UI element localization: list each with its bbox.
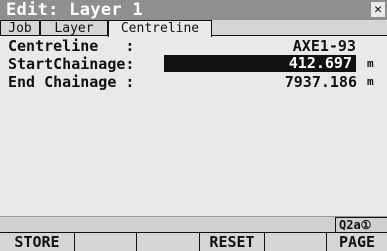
softkey-f3[interactable]: [137, 233, 200, 251]
tab-bar: Job Layer Centreline: [0, 20, 387, 37]
tab-job[interactable]: Job: [0, 20, 40, 36]
close-icon[interactable]: ✕: [371, 2, 385, 17]
end-chainage-unit: m: [367, 75, 374, 88]
centreline-label: Centreline :: [8, 37, 135, 55]
start-chainage-value: 412.697: [288, 54, 352, 72]
start-chainage-label: StartChainage:: [8, 55, 135, 73]
tab-centreline[interactable]: Centreline: [108, 20, 212, 37]
status-line: [0, 216, 387, 232]
title-bar: Edit: Layer 1 ✕: [0, 0, 387, 20]
instrument-screen: Edit: Layer 1 ✕ Job Layer Centreline Cen…: [0, 0, 387, 251]
window-title: Edit: Layer 1: [6, 0, 143, 20]
softkey-f5[interactable]: [265, 233, 327, 251]
start-chainage-input[interactable]: 412.697: [164, 55, 356, 72]
end-chainage-row: End Chainage : 7937.186 m: [0, 73, 387, 91]
store-button[interactable]: STORE: [0, 233, 75, 251]
centreline-row: Centreline : AXE1-93: [0, 37, 387, 55]
status-indicator: Q2a①: [335, 217, 387, 232]
softkey-bar: STORE RESET PAGE: [0, 232, 387, 251]
page-button[interactable]: PAGE: [327, 233, 387, 251]
tab-layer[interactable]: Layer: [40, 20, 108, 36]
reset-button[interactable]: RESET: [200, 233, 265, 251]
end-chainage-label: End Chainage :: [8, 73, 135, 91]
tab-bar-filler: [212, 20, 387, 36]
end-chainage-value[interactable]: 7937.186: [285, 73, 357, 91]
start-chainage-row: StartChainage: 412.697 m: [0, 55, 387, 74]
centreline-value[interactable]: AXE1-93: [293, 37, 356, 55]
start-chainage-unit: m: [367, 57, 374, 70]
softkey-f2[interactable]: [75, 233, 137, 251]
